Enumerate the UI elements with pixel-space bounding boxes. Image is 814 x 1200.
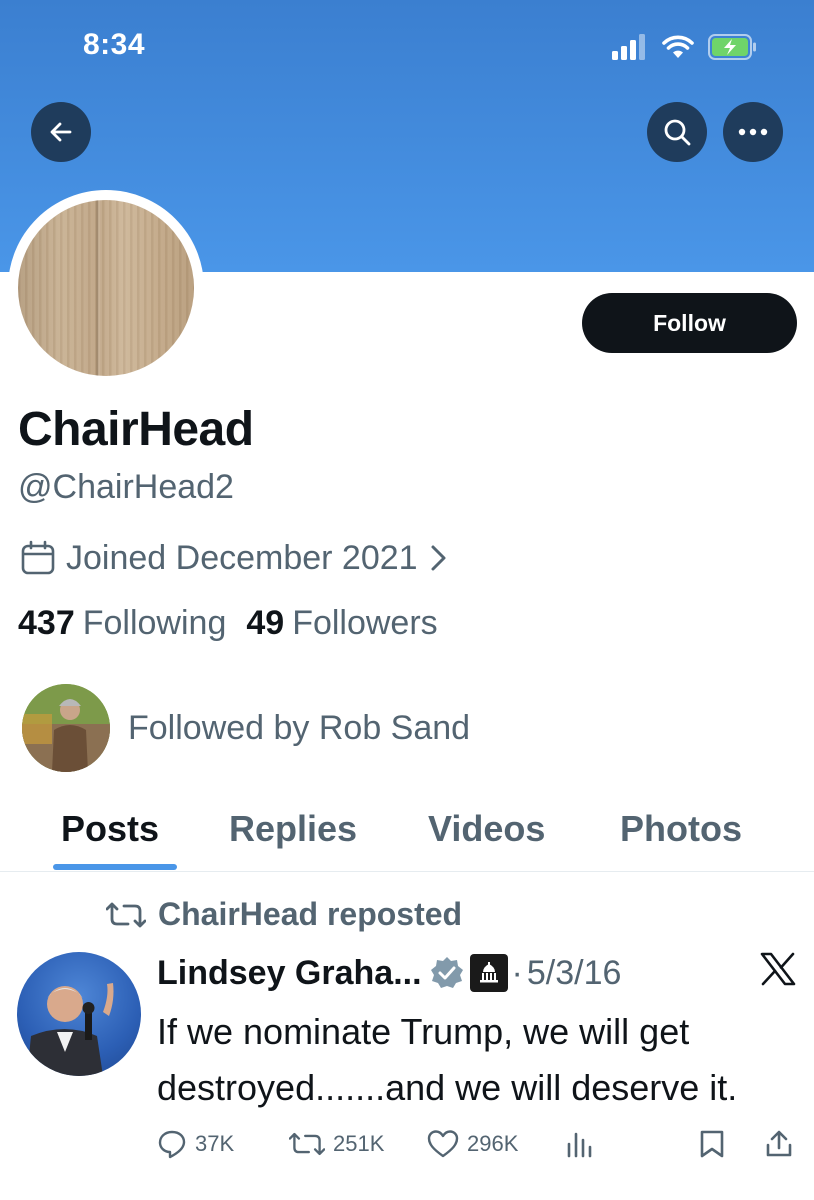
- status-time: 8:34: [83, 28, 146, 61]
- reply-button[interactable]: 37K: [157, 1124, 234, 1164]
- back-button[interactable]: [31, 102, 91, 162]
- post-text: If we nominate Trump, we will get destro…: [157, 1011, 738, 1108]
- x-logo-icon: [760, 952, 796, 986]
- government-building-icon: [479, 962, 498, 983]
- followed-by-avatar: [22, 684, 110, 772]
- followers-link[interactable]: 49 Followers: [246, 604, 437, 643]
- repost-context[interactable]: ChairHead reposted: [106, 896, 462, 933]
- repost-count: 251K: [333, 1131, 385, 1156]
- profile-avatar-frame: [8, 190, 204, 386]
- follow-stats: 437 Following 49 Followers: [18, 604, 438, 643]
- following-count: 437: [18, 604, 75, 642]
- more-icon: [738, 128, 768, 136]
- followed-by-row[interactable]: Followed by Rob Sand: [22, 684, 470, 772]
- back-arrow-icon: [50, 122, 72, 142]
- repost-icon: [106, 902, 146, 927]
- government-badge: [469, 954, 508, 992]
- reply-icon: [158, 1130, 186, 1159]
- following-link[interactable]: 437 Following: [18, 604, 226, 643]
- tab-replies[interactable]: Replies: [229, 808, 357, 850]
- post-header: Lindsey Graha... · 5/3/16: [157, 950, 621, 996]
- profile-avatar[interactable]: [18, 200, 194, 376]
- handle: @ChairHead2: [18, 468, 234, 506]
- battery-charging-icon: [708, 34, 756, 60]
- post-actions: 37K 251K 296K: [157, 1124, 797, 1164]
- post-author-name[interactable]: Lindsey Graha...: [157, 954, 422, 993]
- repost-label: ChairHead reposted: [158, 896, 463, 932]
- person-photo: [22, 684, 110, 772]
- wifi-icon: [662, 35, 694, 58]
- post-date[interactable]: 5/3/16: [527, 954, 622, 993]
- followers-count: 49: [246, 604, 285, 642]
- bookmark-icon: [700, 1130, 724, 1158]
- status-icons: [612, 30, 758, 64]
- tab-videos[interactable]: Videos: [428, 808, 545, 850]
- post-author-avatar[interactable]: [17, 952, 141, 1076]
- search-icon: [664, 119, 691, 146]
- views-button[interactable]: [565, 1124, 593, 1164]
- post-separator: ·: [511, 953, 523, 992]
- following-label: Following: [82, 604, 227, 642]
- active-tab-indicator: [53, 864, 177, 870]
- profile-tabs: Posts Replies Videos Photos: [0, 800, 814, 872]
- repost-button[interactable]: 251K: [289, 1124, 384, 1164]
- followed-by-text: Followed by Rob Sand: [128, 708, 471, 747]
- display-name: ChairHead: [18, 403, 254, 456]
- search-button[interactable]: [647, 102, 707, 162]
- views-icon: [567, 1132, 592, 1158]
- tab-photos[interactable]: Photos: [620, 808, 742, 850]
- repost-icon: [289, 1132, 325, 1156]
- like-count: 296K: [467, 1131, 519, 1156]
- like-button[interactable]: 296K: [427, 1124, 518, 1164]
- tab-posts[interactable]: Posts: [61, 808, 159, 850]
- reply-count: 37K: [195, 1131, 235, 1156]
- follow-button[interactable]: Follow: [582, 293, 797, 353]
- joined-date: Joined December 2021: [66, 538, 418, 577]
- share-icon: [766, 1130, 792, 1157]
- chevron-right-icon: [431, 545, 446, 571]
- cellular-signal-icon: [612, 34, 645, 60]
- verified-icon: [430, 957, 463, 988]
- share-button[interactable]: [765, 1124, 793, 1164]
- joined-date-row[interactable]: Joined December 2021: [20, 536, 450, 580]
- calendar-icon: [21, 540, 55, 575]
- more-button[interactable]: [723, 102, 783, 162]
- bookmark-button[interactable]: [699, 1124, 725, 1164]
- like-icon: [427, 1130, 459, 1158]
- followers-label: Followers: [292, 604, 438, 642]
- author-photo: [27, 983, 114, 1076]
